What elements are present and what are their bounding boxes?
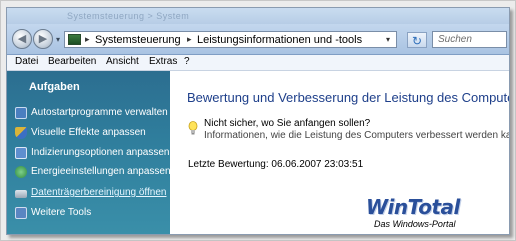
address-dropdown[interactable]: ▾ <box>382 33 394 46</box>
menu-extras[interactable]: Extras <box>149 56 177 67</box>
task-label: Weitere Tools <box>31 207 92 218</box>
shield-icon <box>15 127 27 139</box>
lightbulb-icon <box>188 121 198 135</box>
breadcrumb-leistungsinformationen[interactable]: Leistungsinformationen und -tools <box>197 34 362 46</box>
wintotal-logo: WinTotal Das Windows-Portal <box>366 195 476 234</box>
back-button[interactable]: ◀ <box>12 29 32 49</box>
page-title: Bewertung und Verbesserung der Leistung … <box>187 90 510 105</box>
menu-datei[interactable]: Datei <box>15 56 38 67</box>
task-label: Energieeinstellungen anpassen <box>31 166 171 177</box>
task-more-tools[interactable]: Weitere Tools <box>7 205 170 222</box>
tip-heading: Nicht sicher, wo Sie anfangen sollen? <box>204 118 371 129</box>
menu-bar: Datei Bearbeiten Ansicht Extras ? <box>7 55 509 71</box>
task-label: Visuelle Effekte anpassen <box>31 127 146 138</box>
search-input[interactable]: Suchen <box>432 31 507 48</box>
control-panel-icon <box>68 34 81 45</box>
recent-pages-dropdown[interactable]: ▾ <box>56 35 60 44</box>
task-pane: Aufgaben Autostartprogramme verwalten Vi… <box>7 71 171 234</box>
explorer-window: Systemsteuerung > System ◀ ▶ ▾ ▸ Systems… <box>6 7 510 235</box>
task-disk-cleanup[interactable]: Datenträgerbereinigung öffnen <box>7 185 170 202</box>
breadcrumb-systemsteuerung[interactable]: Systemsteuerung <box>95 34 181 46</box>
tools-icon <box>15 207 27 219</box>
power-options-icon <box>15 166 27 178</box>
logo-tagline: Das Windows-Portal <box>374 219 456 229</box>
window-title: Systemsteuerung > System <box>67 11 190 21</box>
logo-name: WinTotal <box>366 195 460 219</box>
search-placeholder: Suchen <box>438 34 472 45</box>
task-visual-effects[interactable]: Visuelle Effekte anpassen <box>7 125 170 142</box>
task-power[interactable]: Energieeinstellungen anpassen <box>7 164 171 181</box>
tip-link[interactable]: Informationen, wie die Leistung des Comp… <box>204 130 509 141</box>
menu-help[interactable]: ? <box>184 56 190 67</box>
breadcrumb-separator[interactable]: ▸ <box>187 34 192 45</box>
indexing-icon <box>15 147 27 159</box>
menu-bearbeiten[interactable]: Bearbeiten <box>48 56 96 67</box>
last-rating-label: Letzte Bewertung: <box>188 159 269 170</box>
refresh-button[interactable]: ↻ <box>407 32 427 48</box>
address-bar[interactable]: ▸ Systemsteuerung ▸ Leistungsinformation… <box>64 31 397 48</box>
last-rating-value: 06.06.2007 23:03:51 <box>271 159 364 170</box>
task-label: Datenträgerbereinigung öffnen <box>31 187 167 198</box>
disk-cleanup-icon <box>15 190 27 198</box>
title-bar: Systemsteuerung > System <box>7 8 509 24</box>
startup-programs-icon <box>15 107 27 119</box>
content-pane: Bewertung und Verbesserung der Leistung … <box>170 71 509 234</box>
menu-ansicht[interactable]: Ansicht <box>106 56 139 67</box>
forward-button[interactable]: ▶ <box>33 29 53 49</box>
task-indexing[interactable]: Indizierungsoptionen anpassen <box>7 145 170 162</box>
task-label: Autostartprogramme verwalten <box>31 107 168 118</box>
task-autostart[interactable]: Autostartprogramme verwalten <box>7 105 170 122</box>
screenshot-frame: Systemsteuerung > System ◀ ▶ ▾ ▸ Systems… <box>0 0 516 241</box>
breadcrumb-separator[interactable]: ▸ <box>85 34 90 45</box>
address-toolbar: ◀ ▶ ▾ ▸ Systemsteuerung ▸ Leistungsinfor… <box>7 24 509 55</box>
task-label: Indizierungsoptionen anpassen <box>31 147 170 158</box>
task-pane-heading: Aufgaben <box>29 81 80 93</box>
last-rating: Letzte Bewertung: 06.06.2007 23:03:51 <box>188 159 363 170</box>
